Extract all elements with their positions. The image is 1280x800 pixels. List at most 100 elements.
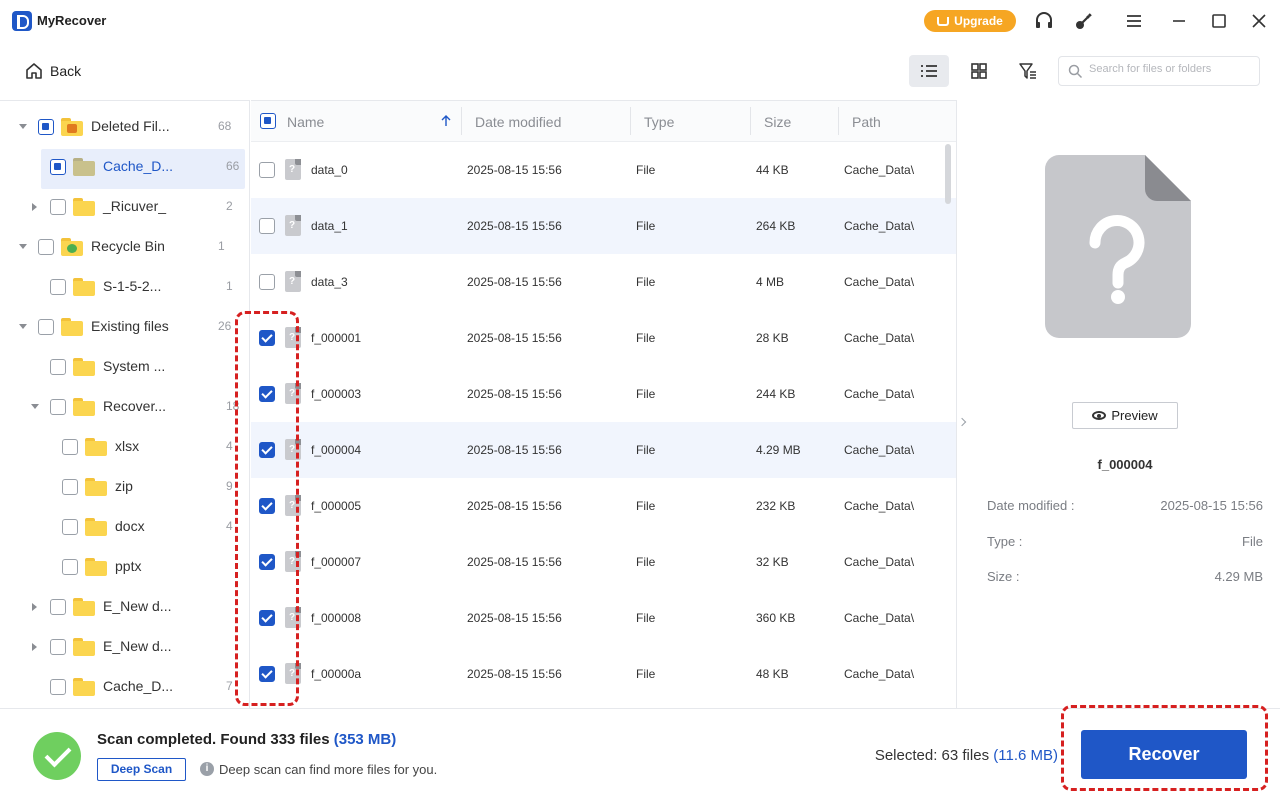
tree-item-checkbox[interactable] (50, 599, 66, 615)
tree-item-checkbox[interactable] (50, 199, 66, 215)
column-path[interactable]: Path (852, 114, 881, 130)
tree-item-checkbox[interactable] (50, 359, 66, 375)
tree-item-checkbox[interactable] (38, 119, 54, 135)
collapse-panel-icon[interactable] (957, 417, 967, 427)
grid-view-button[interactable] (959, 55, 999, 87)
recover-button[interactable]: Recover (1081, 730, 1247, 779)
menu-icon[interactable] (1124, 11, 1144, 31)
sort-ascending-icon[interactable] (441, 115, 451, 127)
search-box[interactable] (1058, 56, 1260, 86)
file-row-checkbox[interactable] (259, 666, 275, 682)
tree-item-checkbox[interactable] (50, 679, 66, 695)
cart-icon (937, 17, 950, 26)
tree-item[interactable]: Cache_D... 7 (0, 669, 249, 705)
tree-item-checkbox[interactable] (50, 639, 66, 655)
scrollbar-thumb[interactable] (945, 144, 951, 204)
file-row-checkbox[interactable] (259, 610, 275, 626)
tree-item[interactable]: zip 9 (0, 469, 249, 505)
tree-item-checkbox[interactable] (38, 319, 54, 335)
tree-item[interactable]: S-1-5-2... 1 (0, 269, 249, 305)
tree-item-checkbox[interactable] (50, 399, 66, 415)
deep-scan-hint: Deep scan can find more files for you. (219, 762, 438, 777)
file-type: File (636, 611, 656, 625)
tree-item[interactable]: E_New d... (0, 589, 249, 625)
maximize-icon[interactable] (1209, 11, 1229, 31)
column-size[interactable]: Size (764, 114, 791, 130)
file-row-checkbox[interactable] (259, 274, 275, 290)
file-row-checkbox[interactable] (259, 498, 275, 514)
expand-arrow-icon[interactable] (32, 203, 37, 211)
tree-item[interactable]: Deleted Fil... 68 (0, 109, 249, 145)
file-row[interactable]: data_1 2025-08-15 15:56 File 264 KB Cache_Da… (251, 198, 956, 254)
file-row[interactable]: f_000005 2025-08-15 15:56 File 232 KB Cache_… (251, 478, 956, 534)
file-row[interactable]: f_00000a 2025-08-15 15:56 File 48 KB Cache_D… (251, 646, 956, 702)
tree-item-checkbox[interactable] (50, 159, 66, 175)
file-row-checkbox[interactable] (259, 218, 275, 234)
tree-item[interactable]: pptx (0, 549, 249, 585)
tree-item-checkbox[interactable] (38, 239, 54, 255)
column-divider[interactable] (838, 107, 839, 135)
search-input[interactable] (1089, 63, 1254, 75)
tree-item[interactable]: Recycle Bin 1 (0, 229, 249, 265)
expand-arrow-icon[interactable] (31, 404, 39, 409)
minimize-icon[interactable] (1169, 11, 1189, 31)
column-type[interactable]: Type (644, 114, 674, 130)
folder-icon (73, 678, 95, 696)
file-row-checkbox[interactable] (259, 386, 275, 402)
tree-item-checkbox[interactable] (62, 519, 78, 535)
file-row[interactable]: f_000003 2025-08-15 15:56 File 244 KB Cache_… (251, 366, 956, 422)
file-size: 48 KB (756, 667, 789, 681)
file-row[interactable]: f_000004 2025-08-15 15:56 File 4.29 MB Cache… (251, 422, 956, 478)
recycle-bin-icon (61, 238, 83, 256)
tree-item-count: 18 (226, 399, 240, 413)
expand-arrow-icon[interactable] (19, 124, 27, 129)
column-divider[interactable] (461, 107, 462, 135)
column-name[interactable]: Name (287, 114, 324, 130)
tree-item-label: pptx (115, 558, 142, 574)
file-row[interactable]: data_3 2025-08-15 15:56 File 4 MB Cache_Data… (251, 254, 956, 310)
tree-item-label: _Ricuver_ (103, 198, 167, 214)
file-row-checkbox[interactable] (259, 162, 275, 178)
close-icon[interactable] (1249, 11, 1269, 31)
tree-item-label: S-1-5-2... (103, 278, 162, 294)
filter-button[interactable] (1008, 55, 1048, 87)
file-row-checkbox[interactable] (259, 442, 275, 458)
tree-item[interactable]: _Ricuver_ 2 (0, 189, 249, 225)
tree-item[interactable]: xlsx 4 (0, 429, 249, 465)
file-type: File (636, 443, 656, 457)
tree-item-label: E_New d... (103, 598, 172, 614)
list-view-button[interactable] (909, 55, 949, 87)
tree-item-count: 4 (226, 439, 233, 453)
column-divider[interactable] (630, 107, 631, 135)
upgrade-button[interactable]: Upgrade (924, 10, 1016, 32)
file-row[interactable]: f_000001 2025-08-15 15:56 File 28 KB Cache_D… (251, 310, 956, 366)
file-row-checkbox[interactable] (259, 554, 275, 570)
tree-item[interactable]: docx 4 (0, 509, 249, 545)
file-row[interactable]: f_000008 2025-08-15 15:56 File 360 KB Cache_… (251, 590, 956, 646)
headset-icon[interactable] (1034, 11, 1054, 31)
expand-arrow-icon[interactable] (19, 244, 27, 249)
column-date-modified[interactable]: Date modified (475, 114, 561, 130)
tree-item[interactable]: Existing files 26 (0, 309, 249, 345)
tree-item[interactable]: Cache_D... 66 (0, 149, 249, 189)
file-row-checkbox[interactable] (259, 330, 275, 346)
select-all-checkbox[interactable] (260, 113, 276, 129)
tree-item-checkbox[interactable] (62, 559, 78, 575)
column-divider[interactable] (750, 107, 751, 135)
back-button[interactable]: Back (24, 60, 81, 82)
expand-arrow-icon[interactable] (32, 603, 37, 611)
tree-item-checkbox[interactable] (50, 279, 66, 295)
tree-item-checkbox[interactable] (62, 439, 78, 455)
tree-item[interactable]: System ... (0, 349, 249, 385)
app-logo-icon (12, 11, 32, 31)
preview-button[interactable]: Preview (1072, 402, 1178, 429)
deep-scan-button[interactable]: Deep Scan (97, 758, 186, 781)
tree-item-checkbox[interactable] (62, 479, 78, 495)
tree-item[interactable]: E_New d... (0, 629, 249, 665)
file-row[interactable]: f_000007 2025-08-15 15:56 File 32 KB Cache_D… (251, 534, 956, 590)
expand-arrow-icon[interactable] (19, 324, 27, 329)
file-row[interactable]: data_0 2025-08-15 15:56 File 44 KB Cache_Dat… (251, 142, 956, 198)
tree-item[interactable]: Recover... 18 (0, 389, 249, 425)
expand-arrow-icon[interactable] (32, 643, 37, 651)
key-icon[interactable] (1074, 11, 1094, 31)
